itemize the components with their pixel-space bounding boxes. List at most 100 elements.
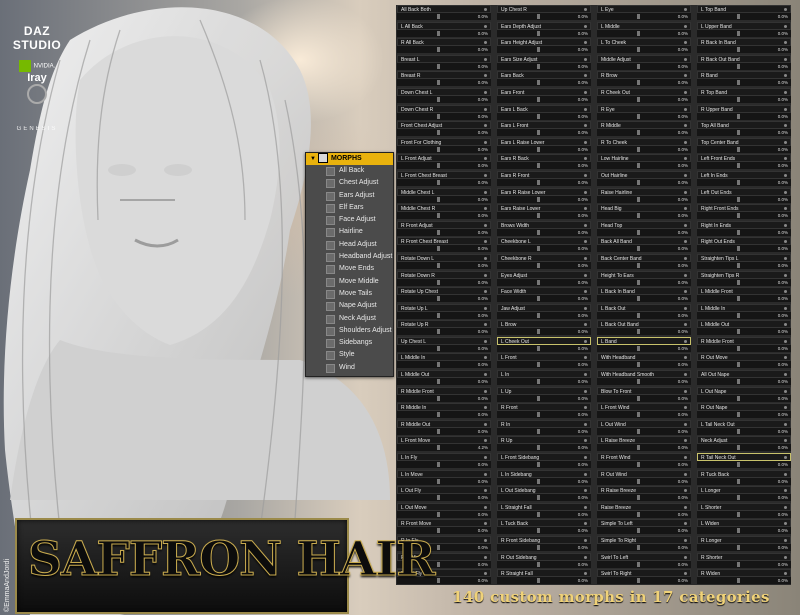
- slider-track[interactable]: 0.0%: [597, 328, 691, 336]
- slider-knob[interactable]: [437, 445, 440, 451]
- slider-track[interactable]: 0.0%: [597, 527, 691, 535]
- slider-track[interactable]: 0.0%: [497, 79, 591, 87]
- morph-option-icon[interactable]: [684, 8, 687, 11]
- slider-track[interactable]: 0.0%: [397, 361, 491, 369]
- slider-knob[interactable]: [537, 462, 540, 468]
- morph-option-icon[interactable]: [784, 456, 787, 460]
- slider-knob[interactable]: [537, 495, 540, 501]
- morph-option-icon[interactable]: [584, 240, 587, 244]
- slider-knob[interactable]: [537, 345, 540, 351]
- slider-knob[interactable]: [737, 279, 740, 285]
- slider-knob[interactable]: [537, 329, 540, 335]
- slider-track[interactable]: 4.2%: [397, 444, 491, 452]
- slider-knob[interactable]: [637, 113, 640, 119]
- morph-option-icon[interactable]: [684, 223, 687, 227]
- slider-track[interactable]: 0.0%: [497, 494, 591, 502]
- menu-item[interactable]: Sidebangs: [306, 337, 393, 349]
- slider-knob[interactable]: [737, 379, 740, 385]
- slider-track[interactable]: 0.0%: [597, 311, 691, 319]
- checkbox-icon[interactable]: [326, 314, 335, 324]
- morph-slider[interactable]: Front Chest Adjust 0.0%: [396, 121, 492, 138]
- slider-knob[interactable]: [637, 196, 640, 202]
- slider-knob[interactable]: [437, 478, 440, 484]
- menu-item[interactable]: Face Adjust: [306, 214, 393, 226]
- slider-knob[interactable]: [537, 63, 540, 69]
- morph-slider[interactable]: R Out Move 0.0%: [696, 353, 792, 370]
- morph-slider[interactable]: L All Back 0.0%: [396, 21, 492, 39]
- morph-slider[interactable]: Middle Chest L 0.0%: [396, 187, 492, 205]
- slider-track[interactable]: 0.0%: [597, 178, 691, 186]
- morph-option-icon[interactable]: [584, 57, 587, 61]
- morph-slider[interactable]: Jaw Adjust 0.0%: [496, 303, 592, 321]
- slider-track[interactable]: 0.0%: [397, 162, 491, 170]
- slider-knob[interactable]: [737, 345, 740, 351]
- morph-option-icon[interactable]: [584, 8, 587, 11]
- slider-knob[interactable]: [637, 511, 640, 517]
- morph-slider[interactable]: Head Big 0.0%: [596, 204, 692, 221]
- morph-slider[interactable]: R Top Band 0.0%: [696, 87, 792, 105]
- slider-track[interactable]: 0.0%: [497, 295, 591, 303]
- morph-slider[interactable]: L Back Out Band 0.0%: [596, 320, 692, 337]
- morph-slider[interactable]: L Back In Band 0.0%: [596, 287, 692, 304]
- morph-slider[interactable]: Neck Adjust 0.0%: [696, 436, 792, 453]
- menu-item[interactable]: Ears Adjust: [306, 190, 393, 202]
- checkbox-icon[interactable]: [326, 326, 335, 336]
- slider-track[interactable]: 0.0%: [497, 411, 591, 419]
- morph-slider[interactable]: L Eye 0.0%: [596, 5, 692, 22]
- morph-slider[interactable]: L Raise Breeze 0.0%: [596, 436, 692, 453]
- slider-knob[interactable]: [437, 14, 440, 19]
- morph-option-icon[interactable]: [584, 157, 587, 161]
- morph-option-icon[interactable]: [584, 107, 587, 111]
- slider-knob[interactable]: [437, 362, 440, 368]
- morph-slider[interactable]: R Tail Neck Out 0.0%: [696, 453, 792, 470]
- morph-slider[interactable]: L Middle 0.0%: [596, 21, 692, 39]
- slider-track[interactable]: 0.0%: [697, 145, 791, 153]
- slider-knob[interactable]: [637, 345, 640, 351]
- slider-track[interactable]: 0.0%: [397, 477, 491, 485]
- slider-track[interactable]: 0.0%: [497, 427, 591, 435]
- slider-track[interactable]: 0.0%: [597, 577, 691, 585]
- morph-option-icon[interactable]: [484, 555, 487, 559]
- morph-option-icon[interactable]: [584, 173, 587, 177]
- slider-track[interactable]: 0.0%: [697, 444, 791, 452]
- morph-option-icon[interactable]: [484, 57, 487, 61]
- morph-slider[interactable]: R Out Wind 0.0%: [596, 469, 692, 487]
- slider-track[interactable]: 0.0%: [697, 577, 791, 585]
- slider-knob[interactable]: [437, 229, 440, 235]
- slider-knob[interactable]: [637, 495, 640, 501]
- slider-track[interactable]: 0.0%: [497, 560, 591, 568]
- morph-option-icon[interactable]: [784, 190, 787, 194]
- slider-track[interactable]: 0.0%: [397, 494, 491, 502]
- slider-track[interactable]: 0.0%: [397, 95, 491, 103]
- morph-slider[interactable]: R Band 0.0%: [696, 71, 792, 88]
- morph-option-icon[interactable]: [584, 389, 587, 393]
- checkbox-icon[interactable]: [326, 302, 335, 312]
- morph-option-icon[interactable]: [784, 306, 787, 310]
- morph-slider[interactable]: L Out Sidebang 0.0%: [496, 486, 592, 503]
- checkbox-icon[interactable]: [326, 240, 335, 250]
- morph-slider[interactable]: L Middle Front 0.0%: [696, 287, 792, 304]
- morph-option-icon[interactable]: [584, 356, 587, 360]
- slider-knob[interactable]: [737, 146, 740, 152]
- slider-knob[interactable]: [737, 578, 740, 584]
- slider-track[interactable]: 0.0%: [597, 112, 691, 120]
- slider-track[interactable]: 0.0%: [597, 344, 691, 352]
- morph-slider[interactable]: Simple To Left 0.0%: [596, 519, 692, 536]
- slider-track[interactable]: 0.0%: [497, 477, 591, 485]
- slider-track[interactable]: 0.0%: [597, 195, 691, 203]
- slider-knob[interactable]: [437, 96, 440, 102]
- slider-track[interactable]: 0.0%: [597, 461, 691, 469]
- slider-knob[interactable]: [637, 96, 640, 102]
- slider-track[interactable]: 0.0%: [497, 46, 591, 54]
- slider-track[interactable]: 0.0%: [697, 178, 791, 186]
- morph-option-icon[interactable]: [484, 439, 487, 443]
- slider-track[interactable]: 0.0%: [497, 29, 591, 37]
- morph-slider[interactable]: L Middle Out 0.0%: [396, 370, 492, 387]
- slider-knob[interactable]: [737, 246, 740, 252]
- morph-option-icon[interactable]: [584, 190, 587, 194]
- morph-option-icon[interactable]: [484, 373, 487, 377]
- morph-option-icon[interactable]: [484, 173, 487, 177]
- morph-slider[interactable]: R Middle In 0.0%: [396, 403, 492, 420]
- morph-option-icon[interactable]: [484, 456, 487, 460]
- slider-knob[interactable]: [437, 196, 440, 202]
